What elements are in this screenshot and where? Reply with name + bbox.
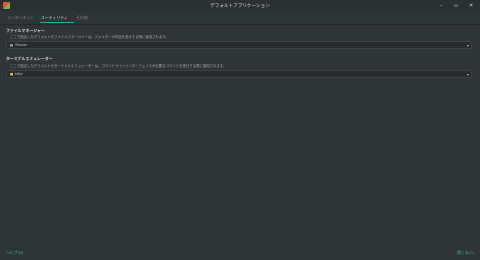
minimize-icon[interactable]: –	[438, 1, 444, 11]
tab-internet[interactable]: インターネット	[7, 15, 34, 21]
close-button[interactable]: 閉じる(C)	[457, 250, 474, 256]
window-title: デフォルトアプリケーション	[210, 4, 270, 9]
close-icon[interactable]: ✕	[468, 1, 474, 11]
terminal-icon	[10, 73, 13, 76]
terminal-section: ターミナルエミュレーター	[6, 56, 474, 62]
window-controls: – ▫ ✕	[438, 1, 474, 11]
help-button[interactable]: ヘルプ(H)	[6, 250, 23, 256]
file-manager-description: ここで指定したデフォルトのファイルマネージャーは、フォルダーの内容を表示する際に…	[10, 35, 169, 39]
folder-icon	[10, 44, 13, 47]
chevron-down-icon: ▾	[466, 71, 469, 77]
app-icon	[3, 2, 10, 9]
file-manager-selected: Thunar	[15, 43, 27, 48]
terminal-heading: ターミナルエミュレーター	[6, 56, 53, 61]
file-manager-select[interactable]: Thunar ▾	[6, 41, 472, 49]
title-bar: デフォルトアプリケーション – ▫ ✕	[0, 0, 480, 12]
terminal-selected: kitty	[15, 72, 23, 77]
active-tab-indicator	[40, 22, 74, 23]
maximize-icon[interactable]: ▫	[453, 1, 459, 11]
tab-utilities[interactable]: ユーティリティ	[41, 15, 68, 21]
terminal-select[interactable]: kitty ▾	[6, 70, 472, 78]
tab-bar: インターネット ユーティリティ その他	[0, 12, 480, 25]
tab-other[interactable]: その他	[76, 15, 88, 21]
chevron-down-icon: ▾	[466, 42, 469, 48]
terminal-description: ここで指定したデフォルトのターミナルエミュレーターは、コマンドラインインターフェ…	[10, 64, 227, 68]
